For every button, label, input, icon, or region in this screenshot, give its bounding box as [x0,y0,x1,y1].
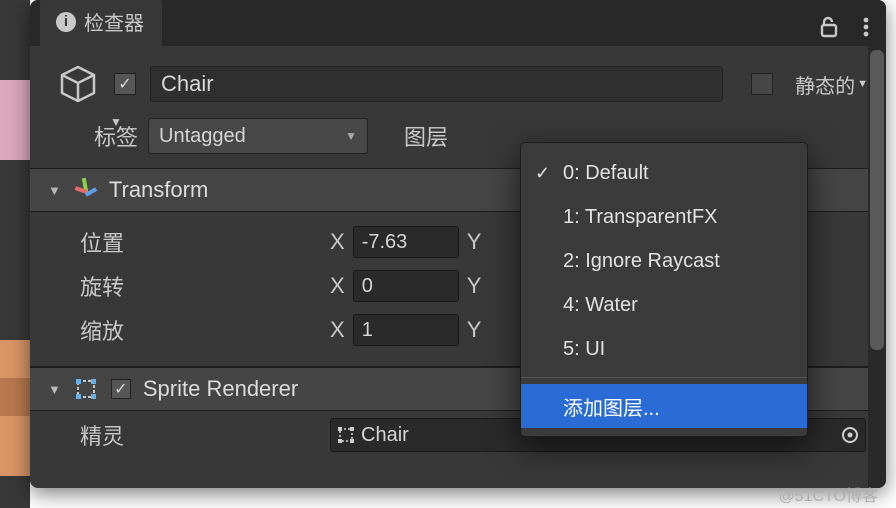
foldout-icon: ▼ [48,382,61,397]
scene-edge-orange [0,378,30,416]
tag-value: Untagged [159,125,246,148]
cube-icon[interactable] [56,62,100,106]
x-label: X [330,273,345,299]
tag-dropdown[interactable]: Untagged ▼ [148,118,368,154]
layer-menu-item[interactable]: 5: UI [521,327,807,371]
chevron-down-icon: ▼ [345,129,357,143]
watermark: @51CTO博客 [778,482,878,506]
scale-x-input[interactable]: 1 [353,314,459,346]
chevron-down-icon[interactable]: ▼ [110,115,122,129]
active-checkbox[interactable]: ✓ [114,73,136,95]
layer-menu-item[interactable]: 4: Water [521,283,807,327]
tab-bar: i 检查器 [30,0,886,46]
sprite-value: Chair [361,424,409,447]
gameobject-name-input[interactable]: Chair [150,66,723,102]
scrollbar[interactable] [868,46,886,488]
layer-menu-item[interactable]: 2: Ignore Raycast [521,239,807,283]
scene-edge-orange [0,416,30,476]
position-x-input[interactable]: -7.63 [353,226,459,258]
info-icon: i [56,12,76,32]
add-layer-menu-item[interactable]: 添加图层... [521,384,807,428]
sprite-renderer-title: Sprite Renderer [143,376,298,402]
y-label: Y [467,317,482,343]
inspector-tab[interactable]: i 检查器 [40,0,162,46]
lock-icon[interactable] [820,16,840,38]
y-label: Y [467,229,482,255]
static-checkbox[interactable] [751,73,773,95]
scale-label: 缩放 [80,314,330,346]
scene-edge-orange [0,340,30,378]
x-label: X [330,317,345,343]
scrollbar-thumb[interactable] [870,50,884,350]
sprite-renderer-icon [73,376,99,402]
layer-label: 图层 [404,120,448,152]
rotation-x-input[interactable]: 0 [353,270,459,302]
foldout-icon: ▼ [48,183,61,198]
sprite-label: 精灵 [80,419,330,451]
tab-title: 检查器 [84,7,144,36]
scene-edge-pink [0,80,30,160]
component-enabled-checkbox[interactable]: ✓ [111,379,131,399]
transform-title: Transform [109,177,208,203]
transform-icon [73,178,97,202]
x-label: X [330,229,345,255]
kebab-menu-icon[interactable] [862,16,870,38]
position-label: 位置 [80,226,330,258]
y-label: Y [467,273,482,299]
layer-dropdown-menu: 0: Default 1: TransparentFX 2: Ignore Ra… [520,142,808,437]
layer-menu-item[interactable]: 0: Default [521,151,807,195]
sprite-icon [337,426,355,444]
chevron-down-icon: ▼ [857,78,868,90]
gameobject-header: ✓ Chair 静态的 ▼ [30,46,886,112]
gameobject-name-text: Chair [161,71,214,97]
layer-menu-item[interactable]: 1: TransparentFX [521,195,807,239]
menu-separator [521,377,807,378]
object-picker-button[interactable] [834,418,866,452]
static-label[interactable]: 静态的 ▼ [795,70,868,99]
rotation-label: 旋转 [80,270,330,302]
